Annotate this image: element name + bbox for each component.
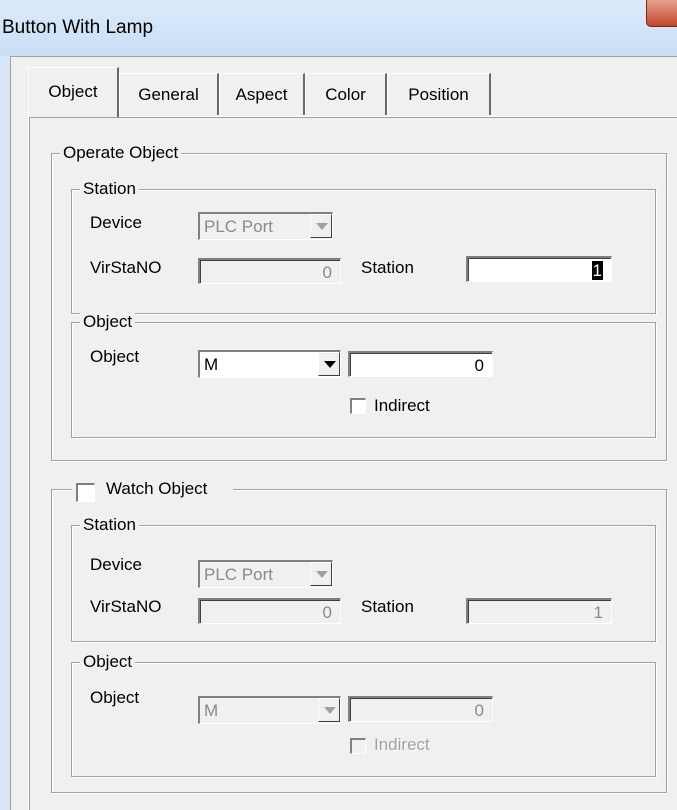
object-label: Object [90,347,140,366]
watch-station-group: Station [71,513,656,642]
select-value: M [204,701,219,720]
watch-object-type-select: M [198,696,341,724]
title-bar: Button With Lamp [0,0,677,56]
tab-general[interactable]: General [119,73,219,115]
chevron-down-icon [324,707,336,714]
tab-label: Object [48,82,98,101]
object-label: Object [90,688,140,707]
dropdown-button[interactable] [318,352,340,376]
indirect-label: Indirect [374,396,430,415]
tab-label: Color [325,85,366,104]
watch-station-field: 1 [466,598,612,624]
virstano-label: VirStaNO [90,597,162,616]
tab-color[interactable]: Color [305,73,387,115]
dropdown-button [310,562,332,586]
tab-label: Position [408,85,469,104]
watch-object-checkbox[interactable] [76,483,95,502]
select-value: PLC Port [204,217,273,236]
group-legend: Object [80,310,136,334]
chevron-down-icon [324,361,336,368]
close-button[interactable] [646,0,677,27]
dropdown-button [310,214,332,238]
virstano-label: VirStaNO [90,258,162,277]
station-label: Station [361,258,414,277]
tab-object[interactable]: Object [28,67,119,117]
station-value: 1 [591,261,603,280]
tab-aspect[interactable]: Aspect [219,73,305,115]
operate-device-select: PLC Port [198,212,333,240]
device-label: Device [90,555,142,574]
indirect-label: Indirect [374,735,430,754]
group-legend: Station [80,177,139,201]
operate-station-field[interactable]: 1 [466,256,612,282]
chevron-down-icon [316,571,328,578]
dropdown-button [318,698,340,722]
operate-object-type-select[interactable]: M [198,350,341,378]
tab-position[interactable]: Position [387,73,491,115]
operate-station-group: Station [71,177,656,314]
tab-label: Aspect [235,85,288,104]
operate-indirect-checkbox[interactable] [350,398,366,414]
watch-virstano-field: 0 [198,598,341,624]
group-legend: Watch Object [72,477,234,501]
watch-indirect-checkbox [350,738,366,754]
watch-device-select: PLC Port [198,560,333,588]
operate-object-subgroup: Object [71,310,656,438]
tab-label: General [138,85,199,104]
operate-virstano-field: 0 [198,258,341,284]
device-label: Device [90,213,142,232]
group-legend: Object [80,650,136,674]
station-label: Station [361,597,414,616]
select-value: PLC Port [204,565,273,584]
chevron-down-icon [316,223,328,230]
group-legend: Operate Object [60,141,182,165]
window-title: Button With Lamp [2,17,154,38]
group-legend: Station [80,513,139,537]
select-value: M [204,355,219,374]
watch-object-address-field: 0 [348,696,493,722]
operate-object-address-field[interactable]: 0 [348,351,493,377]
